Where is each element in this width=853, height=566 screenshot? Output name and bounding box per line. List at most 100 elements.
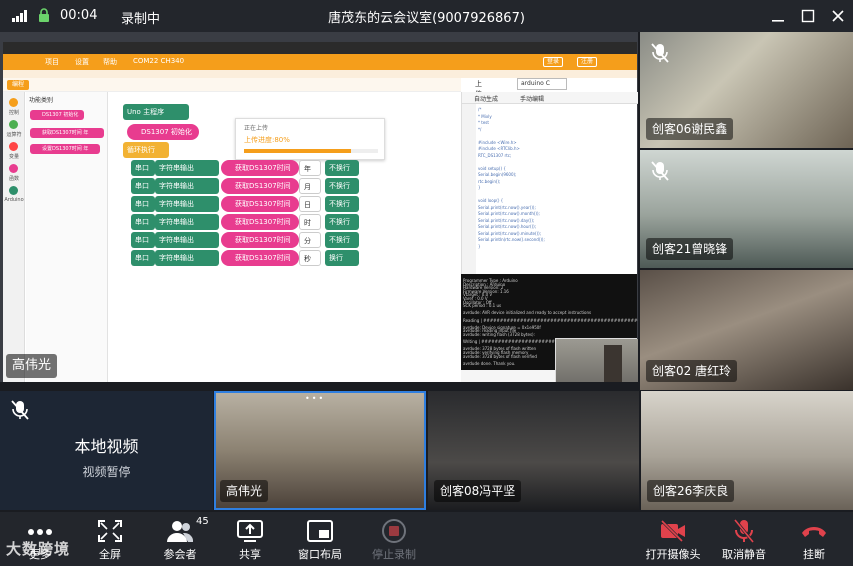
layout-icon bbox=[307, 520, 333, 542]
block-time-unit[interactable]: 秒 bbox=[299, 250, 321, 266]
block-get-ds1307-time[interactable]: 获取DS1307时间 bbox=[221, 214, 299, 230]
code-line: Serial.print(rtc.now().day()); bbox=[478, 217, 535, 223]
lock-icon bbox=[39, 8, 49, 22]
block-newline-option[interactable]: 不换行 bbox=[325, 160, 359, 176]
block-serial-mode[interactable]: 字符串输出 bbox=[155, 232, 219, 248]
block-time-unit[interactable]: 时 bbox=[299, 214, 321, 230]
category-label[interactable]: 变量 bbox=[3, 153, 25, 160]
ide-menu-item[interactable]: 帮助 bbox=[103, 57, 117, 67]
category-label[interactable]: 运算符 bbox=[3, 131, 25, 138]
block-serial-print[interactable]: 串口 bbox=[131, 196, 155, 212]
block-canvas[interactable]: 正在上传 上传进度:80% Uno 主程序 DS1307 初始化 循环执行 串口… bbox=[109, 92, 461, 382]
participant-tile[interactable]: 创客06谢民鑫 bbox=[640, 32, 853, 148]
code-line: } bbox=[478, 185, 481, 190]
block-time-unit[interactable]: 分 bbox=[299, 232, 321, 248]
palette-block[interactable]: 设置DS1307时间 年 bbox=[30, 144, 100, 154]
stop-recording-button[interactable]: 停止录制 bbox=[366, 512, 422, 566]
ide-tab-blocks[interactable]: 编程 bbox=[7, 80, 29, 90]
ide-board-select[interactable]: arduino C bbox=[517, 78, 567, 90]
tile-more-icon[interactable]: ••• bbox=[305, 394, 325, 403]
category-dot-icon[interactable] bbox=[9, 142, 18, 151]
code-line: rtc.begin(); bbox=[478, 178, 501, 184]
layout-button[interactable]: 窗口布局 bbox=[292, 512, 348, 566]
code-line: void setup() { bbox=[478, 165, 506, 171]
code-tab-auto[interactable]: 自动生成 bbox=[474, 94, 498, 103]
block-serial-print[interactable]: 串口 bbox=[131, 250, 155, 266]
block-serial-print[interactable]: 串口 bbox=[131, 160, 155, 176]
block-newline-option[interactable]: 不换行 bbox=[325, 232, 359, 248]
palette-title: 功能类别 bbox=[29, 97, 54, 104]
palette-block[interactable]: DS1307 初始化 bbox=[30, 110, 84, 120]
block-ds1307-init[interactable]: DS1307 初始化 bbox=[127, 124, 199, 140]
hangup-button[interactable]: 挂断 bbox=[790, 512, 838, 566]
fullscreen-icon bbox=[98, 520, 122, 542]
shared-screen[interactable]: 项目 设置 帮助 COM22 CH340 登录 注册 编程 上传到板 ardui… bbox=[0, 32, 638, 382]
mic-muted-icon bbox=[733, 519, 755, 543]
ide-login-button[interactable]: 登录 bbox=[543, 57, 564, 67]
code-line: RTC_DS1307 rtc; bbox=[478, 152, 512, 158]
fullscreen-button[interactable]: 全屏 bbox=[84, 512, 136, 566]
palette-block[interactable]: 获取DS1307时间 年 bbox=[30, 128, 104, 138]
ide-register-button[interactable]: 注册 bbox=[577, 57, 598, 67]
terminal-line: avrdude done. Thank you. bbox=[463, 360, 516, 366]
share-label: 共享 bbox=[239, 548, 261, 561]
participants-button[interactable]: 45 参会者 bbox=[154, 512, 209, 566]
category-dot-icon[interactable] bbox=[9, 164, 18, 173]
block-main-program[interactable]: Uno 主程序 bbox=[123, 104, 189, 120]
share-button[interactable]: 共享 bbox=[224, 512, 276, 566]
block-get-ds1307-time[interactable]: 获取DS1307时间 bbox=[221, 196, 299, 212]
maximize-icon[interactable] bbox=[800, 8, 816, 24]
participant-name: 创客02 唐红玲 bbox=[646, 360, 738, 382]
block-serial-print[interactable]: 串口 bbox=[131, 232, 155, 248]
participants-label: 参会者 bbox=[163, 548, 197, 561]
code-line: Serial.print(rtc.now().minute()); bbox=[478, 230, 542, 236]
block-serial-print[interactable]: 串口 bbox=[131, 214, 155, 230]
mic-muted-icon bbox=[11, 400, 29, 420]
block-get-ds1307-time[interactable]: 获取DS1307时间 bbox=[221, 232, 299, 248]
participant-tile-active[interactable]: 高伟光 bbox=[214, 391, 426, 510]
ide-menu-item[interactable]: 项目 bbox=[45, 57, 59, 67]
category-label[interactable]: 控制 bbox=[3, 109, 25, 116]
block-newline-option[interactable]: 换行 bbox=[325, 250, 359, 266]
block-get-ds1307-time[interactable]: 获取DS1307时间 bbox=[221, 160, 299, 176]
block-newline-option[interactable]: 不换行 bbox=[325, 178, 359, 194]
code-tab-manual[interactable]: 手动编辑 bbox=[520, 94, 544, 103]
block-serial-mode[interactable]: 字符串输出 bbox=[155, 250, 219, 266]
category-label[interactable]: Arduino bbox=[3, 197, 25, 203]
block-serial-mode[interactable]: 字符串输出 bbox=[155, 196, 219, 212]
unmute-button[interactable]: 取消静音 bbox=[714, 512, 774, 566]
code-line: #include <RTClib.h> bbox=[478, 146, 520, 151]
block-loop[interactable]: 循环执行 bbox=[123, 142, 169, 158]
local-video-tile[interactable]: 本地视频 视频暂停 bbox=[0, 391, 213, 510]
participant-name: 高伟光 bbox=[220, 480, 269, 502]
code-line: * test bbox=[478, 120, 489, 125]
participant-tile[interactable]: 创客21曾晓锋 bbox=[640, 150, 853, 268]
participant-tile[interactable]: 创客08冯平坚 bbox=[428, 391, 639, 510]
ide-menu-item[interactable]: 设置 bbox=[75, 57, 89, 67]
category-dot-icon[interactable] bbox=[9, 98, 18, 107]
block-newline-option[interactable]: 不换行 bbox=[325, 214, 359, 230]
category-label[interactable]: 函数 bbox=[3, 175, 25, 182]
block-serial-mode[interactable]: 字符串输出 bbox=[155, 214, 219, 230]
terminal-line: avrdude: writing flash (3728 bytes): bbox=[463, 332, 535, 337]
participant-count: 45 bbox=[196, 516, 209, 527]
block-get-ds1307-time[interactable]: 获取DS1307时间 bbox=[221, 178, 299, 194]
block-serial-mode[interactable]: 字符串输出 bbox=[155, 160, 219, 176]
block-time-unit[interactable]: 年 bbox=[299, 160, 321, 176]
block-time-unit[interactable]: 月 bbox=[299, 178, 321, 194]
block-serial-mode[interactable]: 字符串输出 bbox=[155, 178, 219, 194]
block-get-ds1307-time[interactable]: 获取DS1307时间 bbox=[221, 250, 299, 266]
block-newline-option[interactable]: 不换行 bbox=[325, 196, 359, 212]
block-serial-print[interactable]: 串口 bbox=[131, 178, 155, 194]
meeting-timer: 00:04 bbox=[60, 8, 98, 23]
block-time-unit[interactable]: 日 bbox=[299, 196, 321, 212]
upload-progress-bar bbox=[244, 149, 378, 153]
camera-button[interactable]: 打开摄像头 bbox=[640, 512, 706, 566]
participant-tile[interactable]: 创客02 唐红玲 bbox=[640, 270, 853, 390]
close-icon[interactable] bbox=[830, 8, 846, 24]
participant-tile[interactable]: 创客26李庆良 bbox=[641, 391, 853, 510]
category-dot-icon[interactable] bbox=[9, 120, 18, 129]
minimize-icon[interactable] bbox=[770, 8, 786, 24]
ide-port-select[interactable]: COM22 CH340 bbox=[133, 57, 184, 65]
category-dot-icon[interactable] bbox=[9, 186, 18, 195]
